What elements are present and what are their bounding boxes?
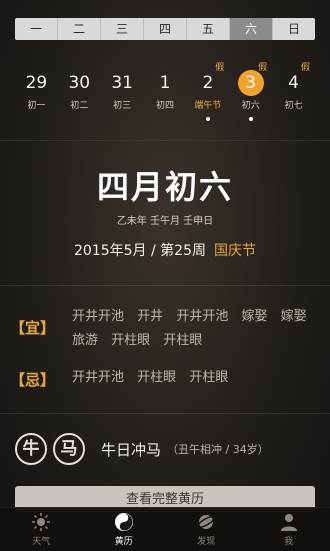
divider — [0, 285, 330, 286]
date-cell-selected[interactable]: 假 3 初六 — [229, 58, 272, 122]
yi-item: 开柱眼 — [111, 333, 150, 348]
weekday-mon: 一 — [15, 18, 58, 40]
ji-items: 开井开池 开柱眼 开柱眼 — [72, 366, 322, 390]
yi-item: 旅游 — [72, 333, 98, 348]
yi-tag: 【宜】 — [10, 317, 55, 338]
weekday-fri: 五 — [187, 18, 230, 40]
zodiac-horse-icon: 马 — [53, 433, 85, 465]
date-cell[interactable]: 31 初三 — [101, 58, 144, 122]
date-number: 1 — [152, 70, 178, 96]
date-cell[interactable]: 30 初二 — [58, 58, 101, 122]
event-dot — [206, 117, 210, 121]
tab-label: 天气 — [0, 534, 83, 547]
date-number: 4 — [281, 70, 307, 96]
ji-tag: 【忌】 — [10, 369, 55, 390]
lunar-day: 初六 — [229, 98, 272, 111]
event-dot — [249, 117, 253, 121]
ji-item: 开柱眼 — [137, 370, 176, 385]
date-number: 2 — [195, 70, 221, 96]
date-number: 29 — [23, 70, 49, 96]
tab-label: 发现 — [165, 534, 248, 547]
yi-item: 开井开池 — [72, 309, 124, 324]
week-date-row: 29 初一 30 初二 31 初三 1 初四 假 2 端午节 假 3 初六 假 … — [15, 58, 315, 122]
tab-weather[interactable]: 天气 — [0, 508, 83, 551]
zodiac-conflict: 牛 马 牛日冲马 （丑午相冲 / 34岁） — [15, 433, 269, 465]
yi-item: 嫁娶 — [281, 309, 307, 324]
divider — [0, 140, 330, 141]
divider — [0, 413, 330, 414]
weekday-tue: 二 — [58, 18, 101, 40]
zodiac-text: 牛日冲马 — [101, 439, 161, 460]
tab-me[interactable]: 我 — [248, 508, 330, 551]
date-cell[interactable]: 29 初一 — [15, 58, 58, 122]
user-icon — [279, 512, 299, 532]
date-cell[interactable]: 假 2 端午节 — [186, 58, 229, 122]
solar-date: 2015年5月 / 第25周 — [74, 243, 206, 259]
yinyang-icon — [114, 512, 134, 532]
yi-item: 嫁娶 — [241, 309, 267, 324]
date-number: 31 — [109, 70, 135, 96]
yi-items: 开井开池 开井 开井开池 嫁娶 嫁娶 旅游 开柱眼 开柱眼 — [72, 305, 322, 353]
lunar-day: 初二 — [58, 98, 101, 111]
date-cell[interactable]: 1 初四 — [144, 58, 187, 122]
date-cell[interactable]: 假 4 初七 — [272, 58, 315, 122]
lunar-day: 初四 — [144, 98, 187, 111]
date-number: 3 — [238, 70, 264, 96]
yi-item: 开井开池 — [176, 309, 228, 324]
yi-item: 开柱眼 — [163, 333, 202, 348]
yi-item: 开井 — [137, 309, 163, 324]
ganzhi-text: 乙未年 壬午月 壬申日 — [0, 212, 330, 227]
tab-almanac[interactable]: 黄历 — [83, 508, 166, 551]
lunar-date-title: 四月初六 — [0, 162, 330, 208]
lunar-day: 端午节 — [186, 98, 229, 111]
ji-item: 开井开池 — [72, 370, 124, 385]
weather-icon — [31, 512, 51, 532]
weekday-sat: 六 — [230, 18, 273, 40]
zodiac-ox-icon: 牛 — [15, 433, 47, 465]
weekday-wed: 三 — [101, 18, 144, 40]
weekday-header: 一 二 三 四 五 六 日 — [15, 18, 315, 40]
zodiac-subtext: （丑午相冲 / 34岁） — [167, 441, 269, 457]
lunar-day: 初一 — [15, 98, 58, 111]
tab-label: 我 — [248, 534, 330, 547]
ji-item: 开柱眼 — [189, 370, 228, 385]
lunar-day: 初三 — [101, 98, 144, 111]
date-number: 30 — [66, 70, 92, 96]
solar-date-line: 2015年5月 / 第25周国庆节 — [0, 240, 330, 260]
holiday-badge: 假 — [301, 60, 310, 73]
lunar-day: 初七 — [272, 98, 315, 111]
bottom-tab-bar: 天气 黄历 发现 我 — [0, 507, 330, 551]
holiday-badge: 假 — [215, 60, 224, 73]
tab-label: 黄历 — [83, 534, 166, 547]
weekday-thu: 四 — [144, 18, 187, 40]
holiday-badge: 假 — [258, 60, 267, 73]
weekday-sun: 日 — [273, 18, 315, 40]
holiday-name: 国庆节 — [214, 243, 256, 259]
planet-icon — [196, 512, 216, 532]
tab-discover[interactable]: 发现 — [165, 508, 248, 551]
